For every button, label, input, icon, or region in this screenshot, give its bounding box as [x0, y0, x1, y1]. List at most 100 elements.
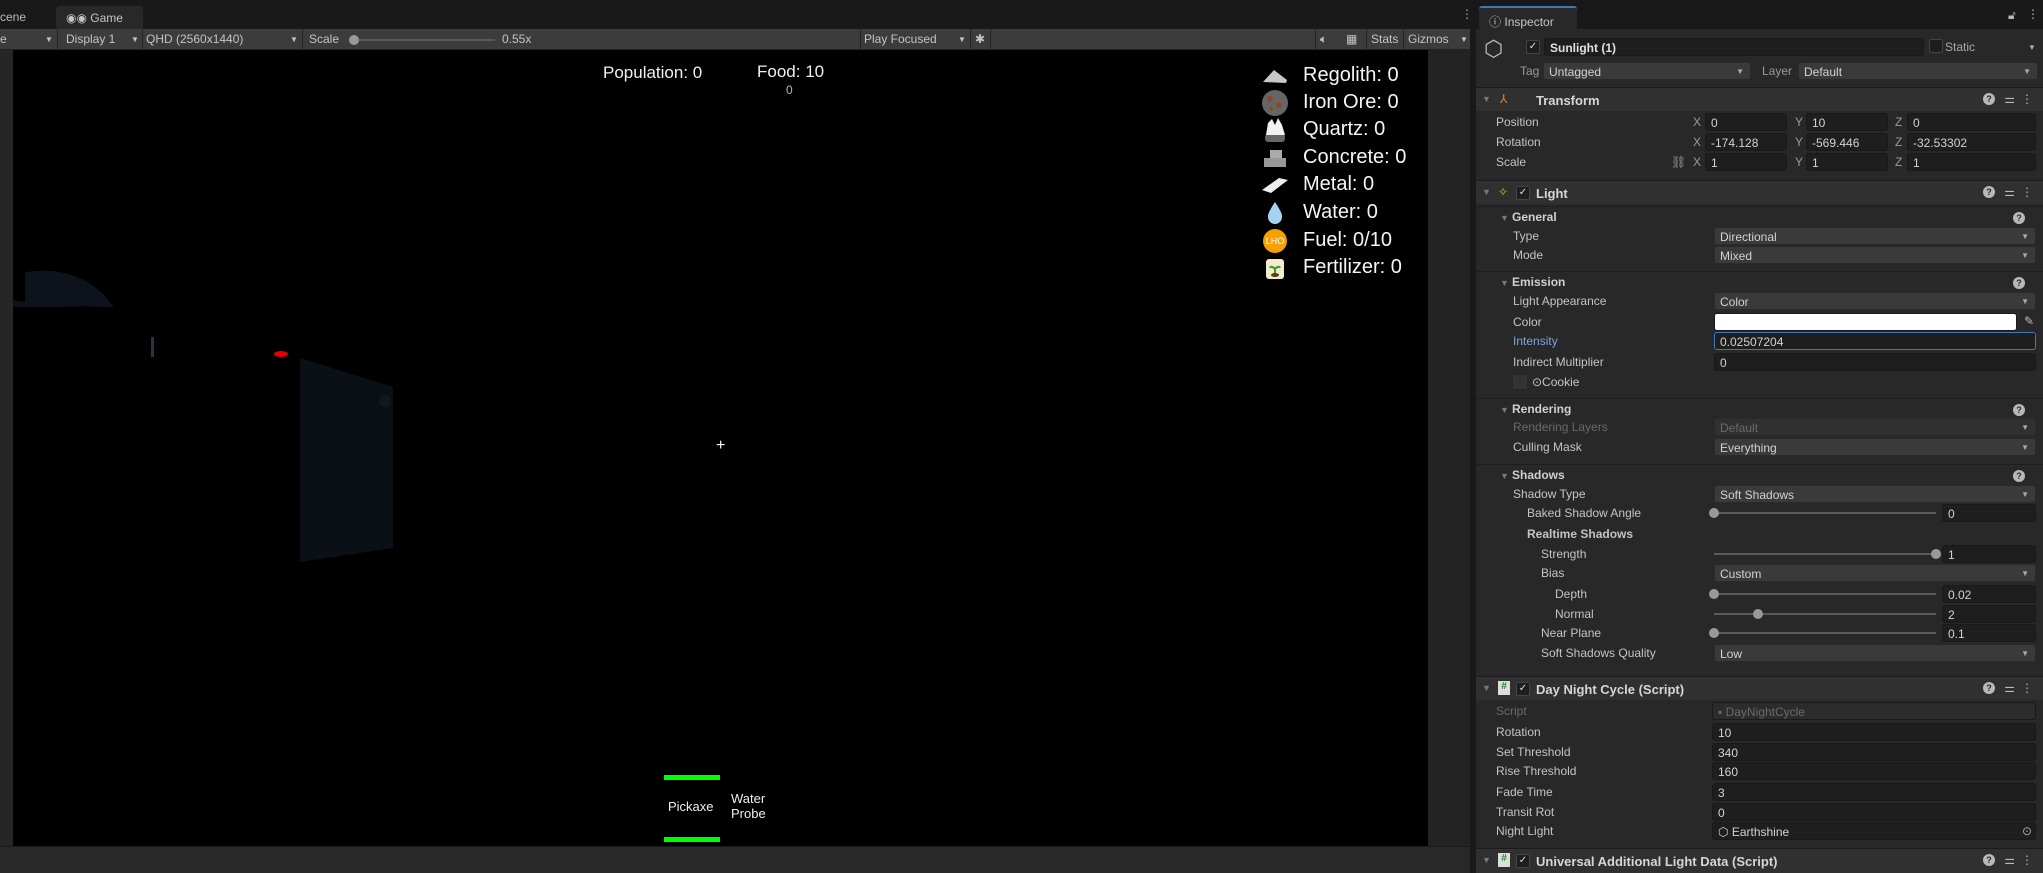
speaker-icon[interactable]: 🔈︎: [1320, 32, 1327, 47]
tag-dropdown[interactable]: Untagged: [1543, 62, 1751, 80]
position-z-input[interactable]: 0: [1907, 113, 2036, 131]
shadows-section[interactable]: ▼ Shadows?: [1476, 464, 2043, 484]
near-plane-input[interactable]: 0.1: [1942, 624, 2036, 642]
foldout-icon[interactable]: ▼: [1482, 855, 1491, 865]
chevron-down-icon[interactable]: ▼: [131, 35, 139, 44]
appearance-dropdown[interactable]: Color: [1714, 292, 2036, 310]
chevron-down-icon[interactable]: ▼: [2028, 43, 2036, 52]
script-field[interactable]: ▪ DayNightCycle: [1712, 702, 2036, 720]
tab-menu-icon[interactable]: ⋮: [1461, 7, 1473, 21]
foldout-icon[interactable]: ▼: [1482, 94, 1491, 104]
tab-scene[interactable]: cene: [0, 10, 26, 24]
display-dropdown[interactable]: Display 1: [66, 32, 115, 46]
layer-dropdown[interactable]: Default: [1798, 62, 2038, 80]
gizmos-button[interactable]: Gizmos: [1408, 32, 1449, 46]
set-threshold-input[interactable]: 340: [1712, 743, 2036, 761]
normal-slider[interactable]: [1714, 609, 1936, 619]
stats-button[interactable]: Stats: [1371, 32, 1398, 46]
help-icon[interactable]: ?: [1983, 682, 1995, 694]
rotation-z-input[interactable]: -32.53302: [1907, 133, 2036, 151]
foldout-icon[interactable]: ▼: [1482, 187, 1491, 197]
culling-dropdown[interactable]: Everything: [1714, 438, 2036, 456]
resolution-dropdown[interactable]: QHD (2560x1440): [146, 32, 243, 46]
link-icon[interactable]: ⛓: [1671, 155, 1686, 169]
slider-knob[interactable]: [1709, 589, 1719, 599]
position-x-input[interactable]: 0: [1705, 113, 1787, 131]
color-swatch[interactable]: [1714, 313, 2017, 331]
active-checkbox[interactable]: ✓: [1526, 40, 1540, 54]
help-icon[interactable]: ?: [1983, 186, 1995, 198]
intensity-input[interactable]: 0.02507204: [1714, 332, 2036, 350]
slider-knob[interactable]: [1753, 609, 1764, 619]
slider-knob[interactable]: [1709, 508, 1719, 518]
object-picker-icon[interactable]: ⊙: [2022, 824, 2032, 838]
scale-slider[interactable]: [349, 35, 495, 45]
scale-y-input[interactable]: 1: [1806, 153, 1888, 171]
light-header[interactable]: ▼ ✧ ✓ Light ? ⚌⋮: [1476, 180, 2043, 204]
shadow-type-dropdown[interactable]: Soft Shadows: [1714, 485, 2036, 503]
chevron-down-icon[interactable]: ▼: [45, 35, 53, 44]
slider-knob[interactable]: [1931, 549, 1941, 559]
type-dropdown[interactable]: Directional: [1714, 227, 2036, 245]
gameobject-cube-icon[interactable]: ⬡: [1484, 36, 1503, 62]
fade-time-input[interactable]: 3: [1712, 783, 2036, 801]
depth-slider[interactable]: [1709, 589, 1936, 599]
lock-icon[interactable]: 🔓︎: [2008, 8, 2016, 23]
static-checkbox[interactable]: [1929, 39, 1943, 53]
play-mode-dropdown[interactable]: Play Focused: [864, 32, 937, 46]
strength-slider[interactable]: [1714, 549, 1941, 559]
help-icon[interactable]: ?: [1983, 854, 1995, 866]
transform-header[interactable]: ▼ ⅄ Transform ? ⚌⋮: [1476, 87, 2043, 111]
chevron-down-icon[interactable]: ▼: [290, 35, 298, 44]
rendering-section[interactable]: ▼ Rendering?: [1476, 398, 2043, 418]
night-light-field[interactable]: ⬡ Earthshine: [1712, 822, 2036, 840]
settings-icon[interactable]: ⚌⋮: [2004, 92, 2039, 106]
daynight-enabled-checkbox[interactable]: ✓: [1516, 682, 1530, 696]
view-dropdown[interactable]: e: [0, 32, 7, 46]
near-plane-slider[interactable]: [1709, 628, 1936, 638]
emission-section[interactable]: ▼ Emission?: [1476, 271, 2043, 291]
bug-icon[interactable]: ✱: [975, 32, 985, 46]
eyedropper-icon[interactable]: ✎: [2024, 314, 2034, 328]
menu-icon[interactable]: ⋮: [2027, 7, 2039, 21]
daynight-header[interactable]: ▼ # ✓ Day Night Cycle (Script) ? ⚌⋮: [1476, 676, 2043, 700]
tab-game[interactable]: ◉◉ Game: [56, 6, 143, 29]
tool-pickaxe[interactable]: Pickaxe: [668, 799, 714, 814]
rotation-y-input[interactable]: -569.446: [1806, 133, 1888, 151]
rotation-x-input[interactable]: -174.128: [1705, 133, 1787, 151]
tab-inspector[interactable]: ⓘ Inspector: [1479, 6, 1577, 29]
position-y-input[interactable]: 10: [1806, 113, 1888, 131]
indirect-input[interactable]: 0: [1714, 353, 2036, 371]
game-viewport[interactable]: Population: 0 Food: 10 0 Regolith: 0 Iro…: [13, 50, 1428, 846]
scale-x-input[interactable]: 1: [1705, 153, 1787, 171]
tool-water-probe[interactable]: Water Probe: [731, 791, 779, 821]
settings-icon[interactable]: ⚌⋮: [2004, 853, 2039, 867]
scale-z-input[interactable]: 1: [1907, 153, 2036, 171]
settings-icon[interactable]: ⚌⋮: [2004, 185, 2039, 199]
general-section[interactable]: ▼ General?: [1476, 206, 2043, 226]
object-name-input[interactable]: Sunlight (1): [1544, 38, 1924, 56]
mode-dropdown[interactable]: Mixed: [1714, 246, 2036, 264]
slider-knob[interactable]: [1709, 628, 1719, 638]
uald-enabled-checkbox[interactable]: ✓: [1516, 854, 1530, 868]
bias-dropdown[interactable]: Custom: [1714, 564, 2036, 582]
rise-threshold-input[interactable]: 160: [1712, 762, 2036, 780]
foldout-icon[interactable]: ▼: [1482, 683, 1491, 693]
cookie-slot[interactable]: [1513, 375, 1527, 389]
grid-icon[interactable]: ▦: [1346, 32, 1357, 46]
chevron-down-icon[interactable]: ▼: [1460, 35, 1468, 44]
dn-rotation-input[interactable]: 10: [1712, 723, 2036, 741]
chevron-down-icon[interactable]: ▼: [958, 35, 966, 44]
uald-header[interactable]: ▼ # ✓ Universal Additional Light Data (S…: [1476, 848, 2043, 873]
transit-rot-input[interactable]: 0: [1712, 803, 2036, 821]
soft-quality-dropdown[interactable]: Low: [1714, 644, 2036, 662]
settings-icon[interactable]: ⚌⋮: [2004, 681, 2039, 695]
scale-slider-knob[interactable]: [349, 35, 359, 45]
depth-input[interactable]: 0.02: [1942, 585, 2036, 603]
baked-angle-slider[interactable]: [1709, 508, 1936, 518]
normal-input[interactable]: 2: [1942, 605, 2036, 623]
baked-angle-input[interactable]: 0: [1942, 504, 2036, 522]
help-icon[interactable]: ?: [1983, 93, 1995, 105]
light-enabled-checkbox[interactable]: ✓: [1516, 186, 1530, 200]
strength-input[interactable]: 1: [1942, 545, 2036, 563]
